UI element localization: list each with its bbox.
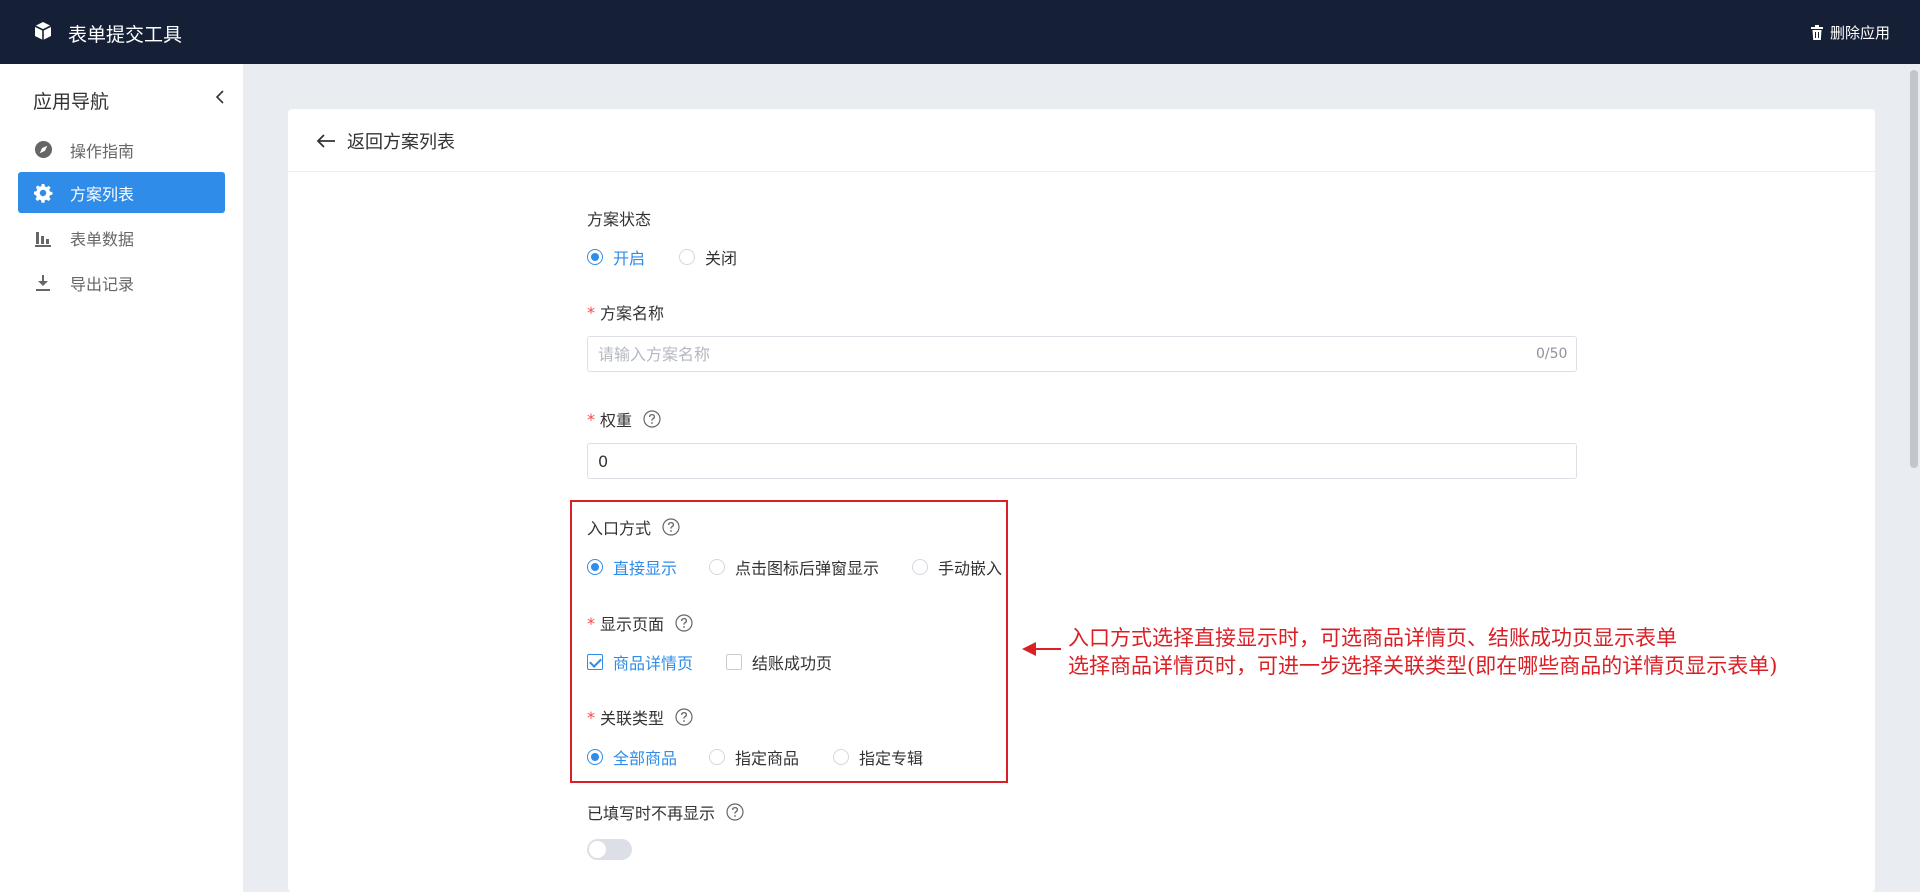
- relation-radio-specific-products[interactable]: 指定商品: [709, 745, 799, 769]
- sidebar-item-label: 导出记录: [70, 274, 135, 294]
- delete-app-label: 删除应用: [1829, 24, 1890, 42]
- hide-when-filled-toggle[interactable]: [587, 839, 632, 860]
- radio-dot: [587, 559, 603, 575]
- radio-dot: [587, 749, 603, 765]
- sidebar-item-form-data[interactable]: 表单数据: [18, 217, 225, 258]
- help-icon[interactable]: [675, 614, 693, 632]
- delete-app-button[interactable]: 删除应用: [1810, 22, 1890, 43]
- entry-radio-direct[interactable]: 直接显示: [587, 555, 677, 579]
- radio-dot: [709, 559, 725, 575]
- sidebar-item-label: 表单数据: [70, 229, 135, 249]
- relation-radio-all[interactable]: 全部商品: [587, 745, 677, 769]
- status-radio-on[interactable]: 开启: [587, 245, 645, 269]
- sidebar-item-guide[interactable]: 操作指南: [18, 129, 225, 170]
- checkbox-box: [587, 654, 603, 670]
- bar-chart-icon: [33, 228, 53, 248]
- sidebar-item-label: 方案列表: [70, 184, 135, 204]
- help-icon[interactable]: [675, 708, 693, 726]
- plan-name-input[interactable]: [587, 336, 1577, 372]
- radio-dot: [709, 749, 725, 765]
- gear-icon: [33, 183, 53, 203]
- page-scrollbar[interactable]: [1910, 70, 1918, 468]
- help-icon[interactable]: [643, 410, 661, 428]
- hide-when-filled-label: 已填写时不再显示: [587, 800, 744, 824]
- entry-radio-popup[interactable]: 点击图标后弹窗显示: [709, 555, 879, 579]
- sidebar-item-label: 操作指南: [70, 141, 135, 161]
- nav-title: 应用导航: [33, 91, 110, 113]
- status-radio-off[interactable]: 关闭: [679, 245, 737, 269]
- display-page-label: * 显示页面: [587, 611, 693, 635]
- trash-icon: [1810, 25, 1823, 40]
- annotation-line-2: 选择商品详情页时，可进一步选择关联类型(即在哪些商品的详情页显示表单): [1068, 654, 1778, 678]
- annotation-arrow-icon: [1022, 642, 1061, 656]
- relation-radio-specific-album[interactable]: 指定专辑: [833, 745, 923, 769]
- weight-input[interactable]: [587, 443, 1577, 479]
- radio-dot: [679, 249, 695, 265]
- top-bar: 表单提交工具 删除应用: [0, 0, 1920, 64]
- radio-dot: [587, 249, 603, 265]
- display-page-checkbox-product-detail[interactable]: 商品详情页: [587, 650, 693, 674]
- entry-radio-manual[interactable]: 手动嵌入: [912, 555, 1002, 579]
- plan-name-counter: 0/50: [1536, 346, 1568, 362]
- arrow-left-icon: [316, 134, 335, 148]
- display-page-checkbox-checkout-success[interactable]: 结账成功页: [726, 650, 832, 674]
- sidebar-item-export[interactable]: 导出记录: [18, 262, 225, 303]
- sidebar-item-plans[interactable]: 方案列表: [18, 172, 225, 213]
- help-icon[interactable]: [726, 803, 744, 821]
- card-header: 返回方案列表: [288, 109, 1875, 172]
- chevron-left-icon[interactable]: [212, 88, 228, 106]
- radio-dot: [912, 559, 928, 575]
- toggle-knob: [589, 841, 606, 858]
- status-label: 方案状态: [587, 210, 652, 229]
- app-title: 表单提交工具: [68, 24, 183, 46]
- main-card: 返回方案列表: [288, 109, 1875, 892]
- radio-dot: [833, 749, 849, 765]
- back-to-plan-list-link[interactable]: 返回方案列表: [316, 128, 455, 154]
- sidebar: 应用导航 操作指南 方案列表 表单数据 导出记录: [0, 64, 243, 892]
- checkbox-box: [726, 654, 742, 670]
- download-icon: [33, 273, 53, 293]
- annotation-line-1: 入口方式选择直接显示时，可选商品详情页、结账成功页显示表单: [1068, 626, 1677, 650]
- compass-icon: [33, 140, 53, 160]
- plan-name-label: * 方案名称: [587, 302, 665, 324]
- relation-type-label: * 关联类型: [587, 705, 693, 729]
- cube-logo-icon: [34, 22, 52, 40]
- weight-label: * 权重: [587, 407, 661, 431]
- annotation-highlight-box: [570, 500, 1008, 783]
- entry-method-label: 入口方式: [587, 515, 680, 539]
- back-label: 返回方案列表: [347, 132, 455, 153]
- help-icon[interactable]: [662, 518, 680, 536]
